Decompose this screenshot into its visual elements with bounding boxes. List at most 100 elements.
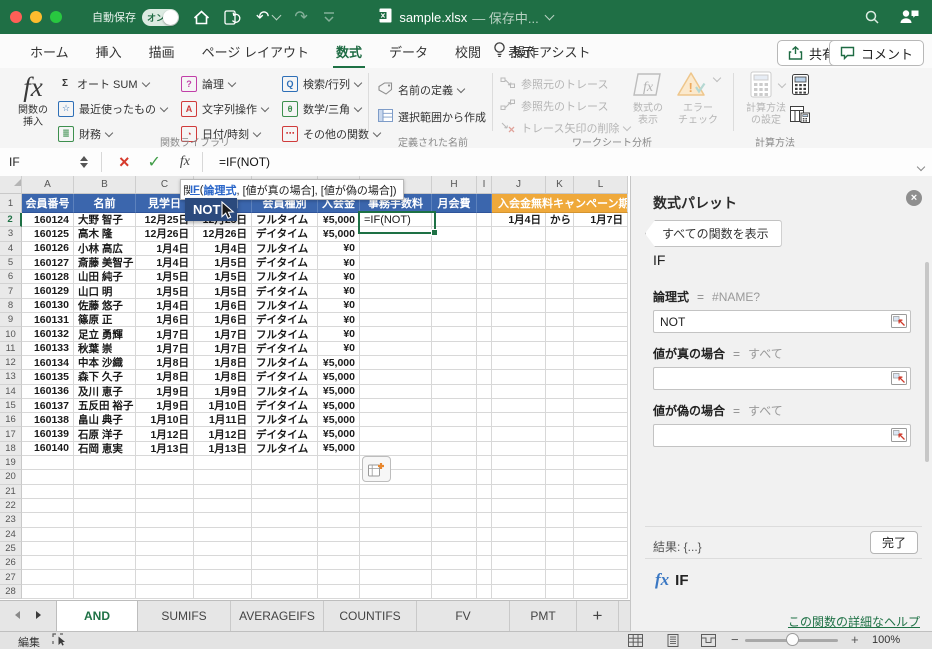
cell-K10[interactable] [546,327,574,341]
cell-L10[interactable] [574,327,628,341]
cell-J6[interactable] [492,270,546,284]
cell-G10[interactable] [360,327,432,341]
cell-G12[interactable] [360,356,432,370]
page-layout-view-icon[interactable] [666,634,680,649]
row-header-16[interactable]: 16 [0,413,22,427]
cell-I17[interactable] [477,427,492,441]
cell-G18[interactable] [360,442,432,456]
cell-A25[interactable] [22,542,74,556]
cell-G5[interactable] [360,256,432,270]
cell-L7[interactable] [574,284,628,298]
col-header-H[interactable]: H [432,176,477,194]
cell-H20[interactable] [432,470,477,484]
cell-I21[interactable] [477,485,492,499]
cell-D10[interactable]: 1月7日 [194,327,252,341]
ribbon-button-logical[interactable]: ?論理 [181,71,268,96]
cell-I12[interactable] [477,356,492,370]
undo-dropdown-icon[interactable] [272,11,282,21]
cell-K17[interactable] [546,427,574,441]
sheet-tab-pmt[interactable]: PMT [510,601,577,631]
cell-A26[interactable] [22,556,74,570]
cell-C26[interactable] [136,556,194,570]
cell-K16[interactable] [546,413,574,427]
cell-E20[interactable] [252,470,318,484]
cell-J16[interactable] [492,413,546,427]
cell-H23[interactable] [432,513,477,527]
row-header-27[interactable]: 27 [0,570,22,584]
cell-K11[interactable] [546,342,574,356]
cell-I6[interactable] [477,270,492,284]
cell-H17[interactable] [432,427,477,441]
cell-J12[interactable] [492,356,546,370]
cell-A12[interactable]: 160134 [22,356,74,370]
name-box-stepper[interactable] [75,152,93,172]
cell-A16[interactable]: 160138 [22,413,74,427]
cell-H6[interactable] [432,270,477,284]
cell-B16[interactable]: 畠山 典子 [74,413,136,427]
calculate-now-button[interactable] [792,74,809,98]
ribbon-tab-home[interactable]: ホーム [30,42,69,61]
ribbon-button-financial[interactable]: ≣財務 [58,121,167,146]
cell-F26[interactable] [318,556,360,570]
tell-me-assist[interactable]: 操作アシスト [492,41,590,61]
cell-C3[interactable]: 12月26日 [136,227,194,241]
cell-C18[interactable]: 1月13日 [136,442,194,456]
ribbon-tab-review[interactable]: 校閲 [455,42,481,61]
page-break-view-icon[interactable] [701,634,716,649]
cell-E23[interactable] [252,513,318,527]
sheet-tab-and[interactable]: AND [56,601,138,631]
name-box[interactable]: IF [0,155,75,169]
value-if-false-input[interactable] [653,424,911,447]
cell-D18[interactable]: 1月13日 [194,442,252,456]
home-icon[interactable] [193,10,210,25]
cell-H2[interactable] [432,213,477,227]
cell-H21[interactable] [432,485,477,499]
row-header-28[interactable]: 28 [0,585,22,599]
cell-A7[interactable]: 160129 [22,284,74,298]
cell-J15[interactable] [492,399,546,413]
ribbon-button-create-from-selection[interactable]: 選択範囲から作成 [378,103,486,130]
cell-A22[interactable] [22,499,74,513]
cell-H10[interactable] [432,327,477,341]
row-header-12[interactable]: 12 [0,356,22,370]
cell-J25[interactable] [492,542,546,556]
range-picker-icon[interactable] [891,428,907,445]
cell-A27[interactable] [22,570,74,584]
cell-I18[interactable] [477,442,492,456]
cell-I22[interactable] [477,499,492,513]
cell-L14[interactable] [574,385,628,399]
cell-I15[interactable] [477,399,492,413]
cell-L27[interactable] [574,570,628,584]
cell-L11[interactable] [574,342,628,356]
cell-C22[interactable] [136,499,194,513]
show-all-functions-button[interactable]: すべての関数を表示 [645,220,782,247]
cell-E14[interactable]: フルタイム [252,385,318,399]
cell-G23[interactable] [360,513,432,527]
cell-I2[interactable] [477,213,492,227]
cell-G21[interactable] [360,485,432,499]
cell-E6[interactable]: フルタイム [252,270,318,284]
cell-D4[interactable]: 1月4日 [194,242,252,256]
cell-H12[interactable] [432,356,477,370]
cell-K9[interactable] [546,313,574,327]
cell-B13[interactable]: 森下 久子 [74,370,136,384]
cell-C27[interactable] [136,570,194,584]
cell-K24[interactable] [546,528,574,542]
cell-H19[interactable] [432,456,477,470]
cell-K25[interactable] [546,542,574,556]
show-formulas-button[interactable]: fx 数式の 表示 [625,71,671,127]
cell-K13[interactable] [546,370,574,384]
row-header-21[interactable]: 21 [0,485,22,499]
cell-G6[interactable] [360,270,432,284]
cell-B27[interactable] [74,570,136,584]
cell-D16[interactable]: 1月11日 [194,413,252,427]
cell-G13[interactable] [360,370,432,384]
quick-analysis-button[interactable] [362,456,391,482]
cell-F12[interactable]: ¥5,000 [318,356,360,370]
cell-L18[interactable] [574,442,628,456]
cell-D3[interactable]: 12月26日 [194,227,252,241]
cell-F21[interactable] [318,485,360,499]
cell-J18[interactable] [492,442,546,456]
cell-A17[interactable]: 160139 [22,427,74,441]
cell-K6[interactable] [546,270,574,284]
